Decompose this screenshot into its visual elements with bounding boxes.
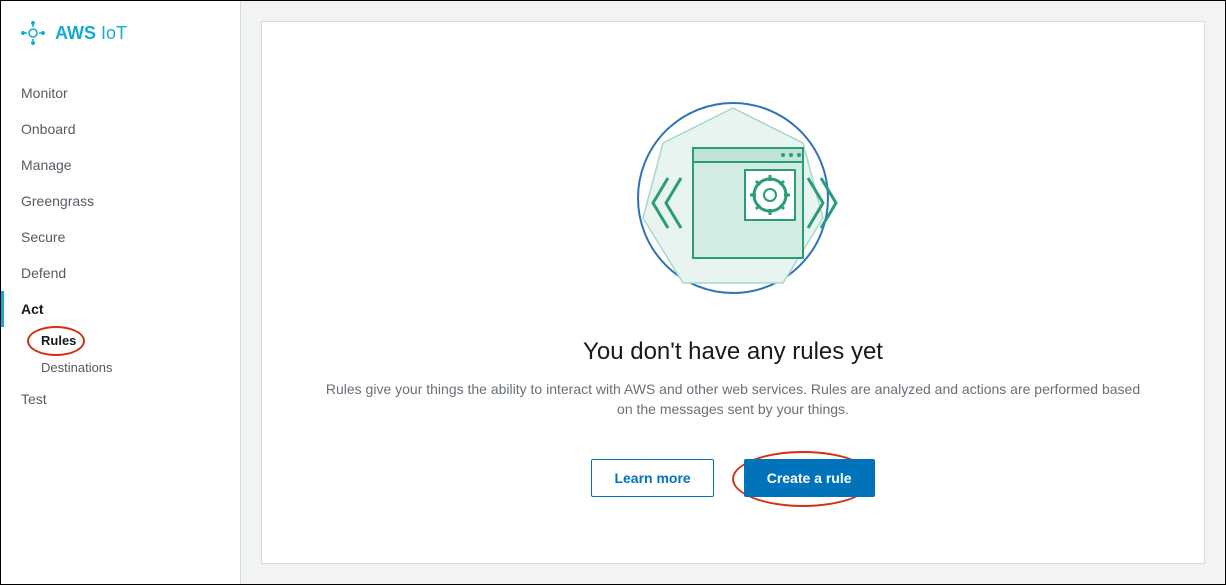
brand-text: AWS IoT bbox=[55, 23, 127, 44]
create-rule-button[interactable]: Create a rule bbox=[744, 459, 875, 497]
button-row: Learn more Create a rule bbox=[591, 459, 874, 497]
empty-state-card: You don't have any rules yet Rules give … bbox=[261, 21, 1205, 564]
sidebar-item-secure[interactable]: Secure bbox=[1, 219, 240, 255]
sidebar-subitem-rules[interactable]: Rules bbox=[1, 327, 240, 354]
sidebar-subitem-destinations[interactable]: Destinations bbox=[1, 354, 240, 381]
sidebar-item-greengrass[interactable]: Greengrass bbox=[1, 183, 240, 219]
create-rule-highlight: Create a rule bbox=[744, 459, 875, 497]
sidebar: AWS IoT Monitor Onboard Manage Greengras… bbox=[1, 1, 241, 584]
sidebar-item-manage[interactable]: Manage bbox=[1, 147, 240, 183]
sidebar-item-monitor[interactable]: Monitor bbox=[1, 75, 240, 111]
nav: Monitor Onboard Manage Greengrass Secure… bbox=[1, 75, 240, 417]
learn-more-button[interactable]: Learn more bbox=[591, 459, 713, 497]
main-content: You don't have any rules yet Rules give … bbox=[241, 1, 1225, 584]
sidebar-item-act[interactable]: Act bbox=[1, 291, 240, 327]
sidebar-item-defend[interactable]: Defend bbox=[1, 255, 240, 291]
brand[interactable]: AWS IoT bbox=[1, 21, 240, 75]
aws-iot-logo-icon bbox=[21, 21, 45, 45]
empty-state-heading: You don't have any rules yet bbox=[583, 338, 883, 366]
sidebar-item-test[interactable]: Test bbox=[1, 381, 240, 417]
rules-illustration-icon bbox=[623, 88, 843, 308]
empty-state-description: Rules give your things the ability to in… bbox=[323, 380, 1143, 419]
sidebar-item-onboard[interactable]: Onboard bbox=[1, 111, 240, 147]
